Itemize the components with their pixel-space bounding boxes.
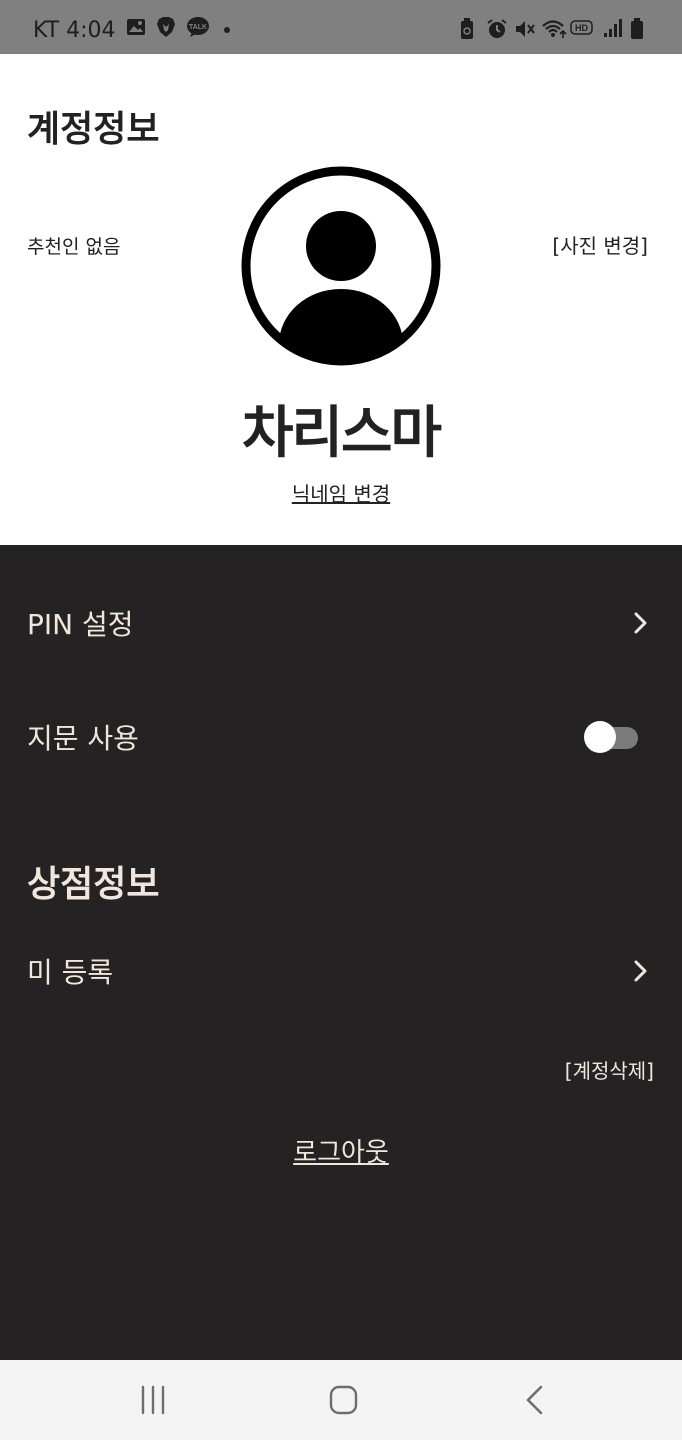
wifi-icon xyxy=(542,18,567,38)
status-bar: KT 4:04 TALK HD xyxy=(0,0,682,54)
user-avatar-icon xyxy=(241,166,441,366)
referrer-status: 추천인 없음 xyxy=(27,236,121,258)
status-left: KT 4:04 TALK xyxy=(33,16,234,44)
photo-change-button[interactable]: [사진 변경] xyxy=(552,230,648,259)
nickname-change-row: 닉네임 변경 xyxy=(0,478,682,507)
mute-icon xyxy=(514,18,535,38)
pin-setting-row[interactable]: PIN 설정 xyxy=(0,593,682,653)
logout-row: 로그아웃 xyxy=(0,1132,682,1169)
chevron-right-icon xyxy=(634,960,647,982)
account-title: 계정정보 xyxy=(27,109,160,150)
brave-icon xyxy=(156,16,176,44)
navigation-bar xyxy=(0,1360,682,1440)
back-button[interactable] xyxy=(515,1384,555,1416)
hd-icon: HD xyxy=(570,18,594,38)
home-icon xyxy=(329,1385,358,1415)
toggle-knob xyxy=(584,721,616,753)
battery-icon xyxy=(630,18,650,39)
home-button[interactable] xyxy=(323,1384,363,1416)
fingerprint-label: 지문 사용 xyxy=(27,722,139,755)
battery-saver-icon xyxy=(458,18,478,39)
account-section: 계정정보 추천인 없음 [사진 변경] 차리스마 닉네임 변경 xyxy=(0,54,682,545)
signal-icon xyxy=(602,18,622,38)
delete-account-button[interactable]: [계정삭제] xyxy=(565,1055,654,1084)
svg-text:TALK: TALK xyxy=(188,24,206,31)
settings-section: PIN 설정 지문 사용 상점정보 미 등록 [계정삭제] 로그아웃 xyxy=(0,545,682,1360)
dot-icon xyxy=(220,18,234,43)
nickname-change-link[interactable]: 닉네임 변경 xyxy=(292,482,390,506)
chevron-right-icon xyxy=(634,612,647,634)
svg-text:HD: HD xyxy=(575,23,588,33)
kakaotalk-icon: TALK xyxy=(186,16,210,44)
store-status-label: 미 등록 xyxy=(27,956,114,989)
back-icon xyxy=(526,1385,543,1415)
alarm-icon xyxy=(486,18,507,38)
status-right: HD xyxy=(458,18,650,39)
gallery-icon xyxy=(126,17,146,43)
store-registration-row[interactable]: 미 등록 xyxy=(0,941,682,1001)
pin-setting-label: PIN 설정 xyxy=(27,608,134,641)
recent-apps-icon xyxy=(141,1385,165,1415)
logout-button[interactable]: 로그아웃 xyxy=(293,1138,389,1168)
fingerprint-row: 지문 사용 xyxy=(0,707,682,767)
nickname: 차리스마 xyxy=(241,401,442,466)
fingerprint-toggle[interactable] xyxy=(584,720,638,754)
recent-apps-button[interactable] xyxy=(133,1384,173,1416)
avatar[interactable] xyxy=(241,166,441,366)
store-title: 상점정보 xyxy=(27,864,160,905)
carrier-time: KT 4:04 xyxy=(33,17,116,43)
